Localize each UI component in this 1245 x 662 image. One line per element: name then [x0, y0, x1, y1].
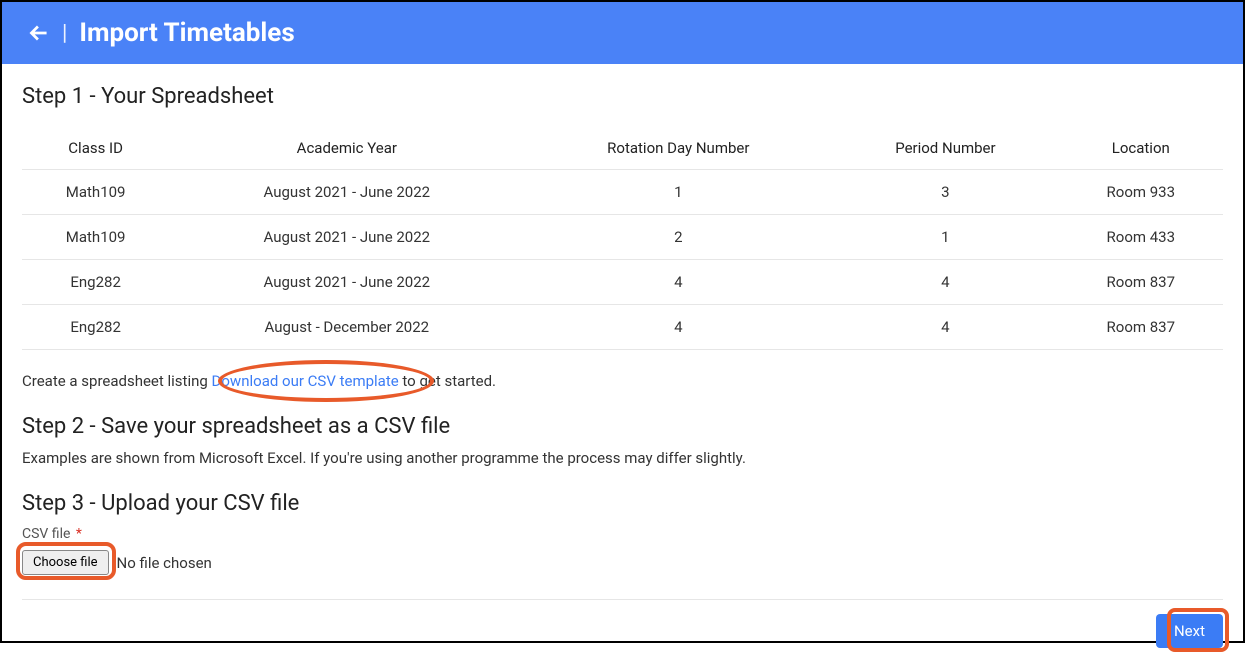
step1-title: Step 1 - Your Spreadsheet: [22, 84, 1223, 109]
col-academic-year: Academic Year: [169, 127, 524, 170]
cell-academic-year: August 2021 - June 2022: [169, 260, 524, 305]
cell-class-id: Eng282: [22, 305, 169, 350]
cell-class-id: Math109: [22, 170, 169, 215]
col-class-id: Class ID: [22, 127, 169, 170]
required-star: *: [76, 526, 82, 542]
cell-location: Room 837: [1059, 305, 1223, 350]
step2-text: Examples are shown from Microsoft Excel.…: [22, 449, 1223, 467]
no-file-chosen-text: No file chosen: [117, 554, 212, 572]
csv-file-label-text: CSV file: [22, 526, 70, 542]
cell-rotation-day: 4: [524, 305, 832, 350]
cell-period: 4: [832, 260, 1058, 305]
instruction-text-after: to get started.: [399, 372, 496, 390]
cell-academic-year: August 2021 - June 2022: [169, 170, 524, 215]
col-rotation-day: Rotation Day Number: [524, 127, 832, 170]
cell-rotation-day: 4: [524, 260, 832, 305]
cell-location: Room 933: [1059, 170, 1223, 215]
header-divider: |: [62, 21, 67, 46]
instruction-text-before: Create a spreadsheet listing: [22, 372, 212, 390]
main-content: Step 1 - Your Spreadsheet Class ID Acade…: [2, 64, 1243, 600]
cell-period: 1: [832, 215, 1058, 260]
cell-rotation-day: 2: [524, 215, 832, 260]
page-header: | Import Timetables: [2, 2, 1243, 64]
cell-location: Room 837: [1059, 260, 1223, 305]
file-upload-row: Choose file No file chosen: [22, 550, 1223, 575]
spreadsheet-table: Class ID Academic Year Rotation Day Numb…: [22, 127, 1223, 350]
cell-rotation-day: 1: [524, 170, 832, 215]
download-csv-template-link[interactable]: Download our CSV template: [212, 372, 399, 390]
cell-academic-year: August 2021 - June 2022: [169, 215, 524, 260]
table-header-row: Class ID Academic Year Rotation Day Numb…: [22, 127, 1223, 170]
page-title: Import Timetables: [79, 18, 294, 48]
cell-location: Room 433: [1059, 215, 1223, 260]
table-row: Math109 August 2021 - June 2022 2 1 Room…: [22, 215, 1223, 260]
step3-title: Step 3 - Upload your CSV file: [22, 491, 1223, 516]
back-arrow-icon[interactable]: [26, 20, 52, 46]
table-row: Eng282 August - December 2022 4 4 Room 8…: [22, 305, 1223, 350]
step1-instruction: Create a spreadsheet listing Download ou…: [22, 372, 1223, 390]
table-row: Eng282 August 2021 - June 2022 4 4 Room …: [22, 260, 1223, 305]
cell-period: 3: [832, 170, 1058, 215]
cell-class-id: Eng282: [22, 260, 169, 305]
step2-title: Step 2 - Save your spreadsheet as a CSV …: [22, 414, 1223, 439]
choose-file-button[interactable]: Choose file: [22, 550, 109, 575]
footer: Next: [2, 600, 1243, 662]
cell-academic-year: August - December 2022: [169, 305, 524, 350]
cell-period: 4: [832, 305, 1058, 350]
col-period-number: Period Number: [832, 127, 1058, 170]
table-row: Math109 August 2021 - June 2022 1 3 Room…: [22, 170, 1223, 215]
csv-file-label: CSV file *: [22, 526, 1223, 542]
cell-class-id: Math109: [22, 215, 169, 260]
col-location: Location: [1059, 127, 1223, 170]
